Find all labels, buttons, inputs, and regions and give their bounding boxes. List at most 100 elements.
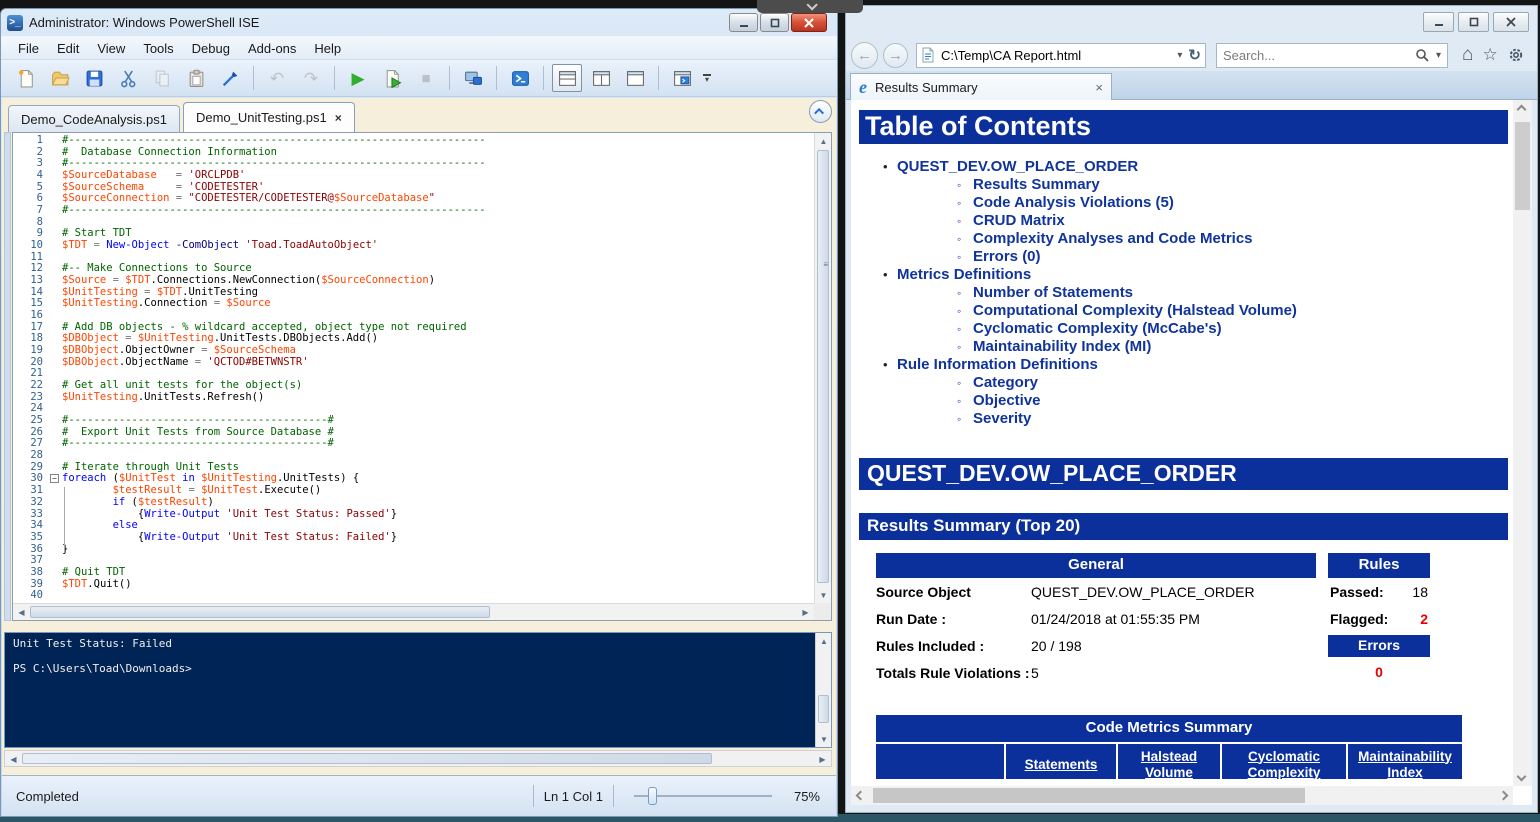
address-bar[interactable]: C:\Temp\CA Report.html ▾ ↻	[916, 43, 1206, 68]
run-script-icon[interactable]: ▶	[343, 64, 373, 92]
toc-link[interactable]: QUEST_DEV.OW_PLACE_ORDER	[897, 158, 1138, 175]
code-line[interactable]: 15$UnitTesting.Connection = $Source	[13, 298, 814, 310]
scroll-left-icon[interactable]: ◀	[5, 751, 22, 767]
minimize-button[interactable]	[1423, 12, 1454, 32]
home-icon[interactable]: ⌂	[1462, 44, 1473, 66]
settings-gear-icon[interactable]	[1507, 46, 1525, 64]
code-line[interactable]: 39$TDT.Quit()	[13, 579, 814, 591]
scroll-down-icon[interactable]	[1517, 772, 1527, 782]
tab-close-icon[interactable]: ×	[335, 111, 342, 125]
toc-link[interactable]: Cyclomatic Complexity (McCabe's)	[973, 320, 1222, 337]
scroll-up-icon[interactable]: ▲	[816, 633, 832, 649]
toc-link[interactable]: Code Analysis Violations (5)	[973, 194, 1174, 211]
tab-label[interactable]: Results Summary	[875, 80, 1095, 95]
scrollbar-thumb[interactable]	[22, 753, 712, 764]
code-line[interactable]: 7#--------------------------------------…	[13, 205, 814, 217]
search-icon[interactable]	[1415, 48, 1430, 63]
scroll-down-icon[interactable]: ▼	[815, 587, 832, 603]
search-placeholder[interactable]: Search...	[1223, 48, 1415, 63]
scrollbar-thumb[interactable]	[30, 606, 490, 618]
code-line[interactable]: 40	[13, 590, 814, 602]
menu-file[interactable]: File	[9, 39, 48, 58]
code-line[interactable]: 35 {Write-Output 'Unit Test Status: Fail…	[13, 532, 814, 544]
toc-link[interactable]: Metrics Definitions	[897, 266, 1031, 283]
script-tab-demo-codeanalysis-ps1[interactable]: Demo_CodeAnalysis.ps1	[8, 105, 180, 132]
console-pane[interactable]: Unit Test Status: Failed PS C:\Users\Toa…	[4, 632, 832, 748]
save-icon[interactable]	[79, 64, 109, 92]
code-line[interactable]: 20$DBObject.ObjectName = 'QCTOD#BETWNSTR…	[13, 357, 814, 369]
collapse-script-pane-button[interactable]	[809, 100, 832, 123]
fold-toggle-icon[interactable]: −	[49, 473, 62, 485]
title-bar[interactable]	[846, 6, 1537, 39]
script-pane-right-icon[interactable]	[586, 64, 616, 92]
tab-label[interactable]: Demo_UnitTesting.ps1	[196, 110, 327, 125]
menu-help[interactable]: Help	[305, 39, 350, 58]
forward-button[interactable]: →	[883, 43, 908, 68]
cut-icon[interactable]	[113, 64, 143, 92]
console-horizontal-scrollbar[interactable]: ◀ ▶	[4, 750, 832, 767]
scroll-right-icon[interactable]	[1499, 791, 1509, 801]
toc-link[interactable]: CRUD Matrix	[973, 212, 1065, 229]
clear-console-icon[interactable]	[215, 64, 245, 92]
page-vertical-scrollbar[interactable]	[1513, 100, 1532, 786]
page-horizontal-scrollbar[interactable]	[851, 786, 1513, 805]
maximize-button[interactable]	[760, 13, 789, 32]
search-dropdown-icon[interactable]: ▾	[1436, 50, 1441, 61]
new-script-icon[interactable]	[11, 64, 41, 92]
code-area[interactable]: 1#--------------------------------------…	[13, 133, 814, 603]
script-pane-maximized-icon[interactable]	[620, 64, 650, 92]
paste-icon[interactable]	[181, 64, 211, 92]
start-powershell-icon[interactable]	[505, 64, 535, 92]
toolbar-overflow-icon[interactable]: ▾	[703, 74, 711, 82]
toc-link[interactable]: Errors (0)	[973, 248, 1041, 265]
code-line[interactable]: 27#-------------------------------------…	[13, 438, 814, 450]
scroll-right-icon[interactable]: ▶	[797, 604, 814, 620]
menu-debug[interactable]: Debug	[183, 39, 239, 58]
title-bar[interactable]: >_ Administrator: Windows PowerShell ISE	[1, 9, 837, 36]
code-line[interactable]: 23$UnitTesting.UnitTests.Refresh()	[13, 392, 814, 404]
editor-horizontal-scrollbar[interactable]: ◀ ▶	[13, 603, 814, 620]
toc-link[interactable]: Computational Complexity (Halstead Volum…	[973, 302, 1297, 319]
scrollbar-thumb[interactable]	[818, 695, 829, 723]
toc-link[interactable]: Maintainability Index (MI)	[973, 338, 1151, 355]
tab-close-icon[interactable]: ×	[1095, 80, 1103, 95]
tab-label[interactable]: Demo_CodeAnalysis.ps1	[21, 112, 167, 127]
toc-link[interactable]: Complexity Analyses and Code Metrics	[973, 230, 1253, 247]
close-button[interactable]	[1493, 12, 1529, 32]
script-editor-pane[interactable]: 1#--------------------------------------…	[12, 132, 832, 621]
code-line[interactable]: 10$TDT = New-Object -ComObject 'Toad.Toa…	[13, 240, 814, 252]
run-selection-icon[interactable]	[377, 64, 407, 92]
scrollbar-thumb[interactable]	[873, 788, 1305, 803]
open-icon[interactable]	[45, 64, 75, 92]
zoom-slider-thumb[interactable]	[648, 787, 657, 805]
scroll-left-icon[interactable]: ◀	[13, 604, 30, 620]
toc-link[interactable]: Severity	[973, 410, 1031, 427]
scrollbar-thumb[interactable]	[1515, 122, 1530, 210]
minimize-button[interactable]	[729, 13, 758, 32]
scrollbar-thumb[interactable]	[817, 150, 829, 583]
toc-link[interactable]: Results Summary	[973, 176, 1100, 193]
code-line[interactable]: 37	[13, 555, 814, 567]
toc-link[interactable]: Objective	[973, 392, 1041, 409]
scroll-up-icon[interactable]: ▲	[815, 133, 832, 149]
console-output[interactable]: Unit Test Status: Failed PS C:\Users\Toa…	[13, 638, 811, 745]
search-box[interactable]: Search... ▾	[1216, 43, 1448, 68]
close-button[interactable]	[791, 13, 827, 32]
toc-link[interactable]: Number of Statements	[973, 284, 1133, 301]
script-tab-demo-unittesting-ps1[interactable]: Demo_UnitTesting.ps1 ×	[183, 102, 355, 132]
scroll-up-icon[interactable]	[1517, 105, 1527, 115]
console-vertical-scrollbar[interactable]: ▲ ▼	[815, 633, 831, 747]
toc-link[interactable]: Category	[973, 374, 1038, 391]
back-button[interactable]: ←	[851, 42, 878, 69]
code-line[interactable]: 38# Quit TDT	[13, 567, 814, 579]
maximize-button[interactable]	[1458, 12, 1489, 32]
toc-link[interactable]: Rule Information Definitions	[897, 356, 1098, 373]
code-line[interactable]: 8	[13, 217, 814, 229]
code-line[interactable]: 36}	[13, 544, 814, 556]
menu-addons[interactable]: Add-ons	[239, 39, 305, 58]
refresh-icon[interactable]: ↻	[1188, 46, 1201, 64]
menu-tools[interactable]: Tools	[134, 39, 182, 58]
favorites-icon[interactable]: ☆	[1482, 45, 1497, 65]
zoom-slider[interactable]	[634, 787, 772, 805]
scroll-right-icon[interactable]: ▶	[814, 751, 831, 767]
